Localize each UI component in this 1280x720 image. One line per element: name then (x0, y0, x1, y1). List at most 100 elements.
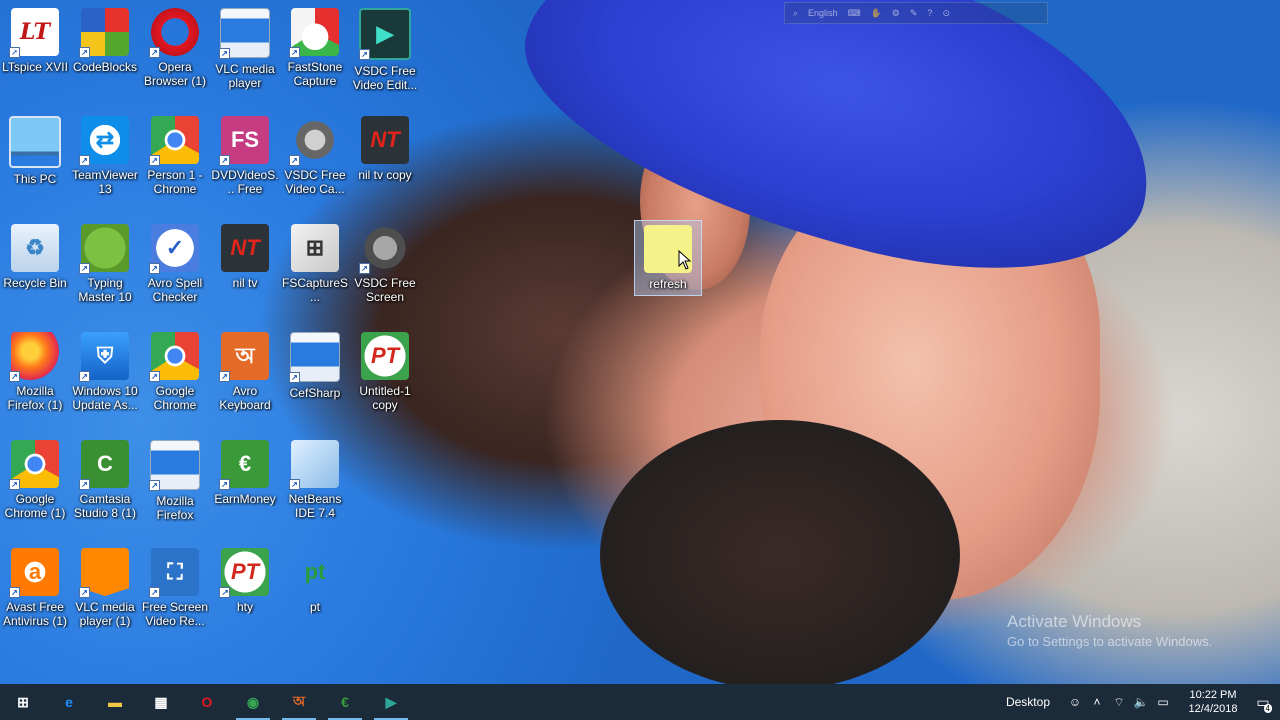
shortcut-arrow-icon: ↗ (79, 47, 90, 58)
battery-icon[interactable]: ▭ (1152, 695, 1174, 709)
desktop-icon[interactable]: ↗ VSDC Free Screen Rec... (351, 220, 419, 324)
desktop-icon[interactable]: NT nil tv copy (351, 112, 419, 216)
desktop-icon-label: VLC media player (1) (75, 600, 135, 628)
vsdc-editor-icon: ▶ ↗ (359, 8, 411, 60)
action-center-button[interactable]: ▭ 4 (1246, 694, 1280, 713)
desktop-icon[interactable]: ↗ VLC media player (1) (71, 544, 139, 648)
desktop-icon[interactable]: ↗ FastStone Capture (281, 4, 349, 108)
pen-icon[interactable]: ✎ (910, 8, 918, 19)
desktop-icon[interactable]: ↗ Mozilla Firefox (1) (1, 328, 69, 432)
desktop-icon-label: pt (309, 600, 320, 614)
store-icon: ▦ (154, 693, 168, 710)
file-explorer-button[interactable]: ▬ (92, 684, 138, 720)
desktop-icon-label: Typing Master 10 (78, 276, 132, 304)
edge-icon: e (65, 694, 73, 710)
desktop-icon[interactable]: ↗ NetBeans IDE 7.4 (281, 436, 349, 540)
desktop-icon[interactable]: € ↗ EarnMoney (211, 436, 279, 540)
desktop-icon-label: LTspice XVII (2, 60, 68, 74)
volume-icon[interactable]: 🔈 (1130, 695, 1152, 709)
hand-icon[interactable]: ✋ (871, 8, 882, 19)
check-icon: ✓ ↗ (149, 224, 199, 274)
desktop-icon-label: CodeBlocks (72, 60, 138, 74)
desktop-icon[interactable]: ⊞ FSCaptureS... (281, 220, 349, 324)
system-tray: Desktop ☺ ˄ ⌔ 🔈 ▭ 10:22 PM 12/4/2018 ▭ 4 (1006, 684, 1280, 720)
desktop-icon[interactable]: ⛨ ↗ Windows 10 Update As... (71, 328, 139, 432)
desktop-icon[interactable]: ↗ CodeBlocks (71, 4, 139, 108)
desktop-icon-label: Person 1 - Chrome (147, 168, 203, 196)
desktop-icon[interactable]: অ ↗ Avro Keyboard (211, 328, 279, 432)
desktop-icon[interactable]: ↗ VLC media player (211, 4, 279, 108)
desktop-icon[interactable]: ✓ ↗ Avro Spell Checker (141, 220, 209, 324)
desktop-icon[interactable]: ↗ VSDC Free Video Ca... (281, 112, 349, 216)
start-button[interactable]: ⊞ (0, 684, 46, 720)
desktop-icon[interactable]: ↗ Opera Browser (1) (141, 4, 209, 108)
desktop-icon[interactable]: This PC (1, 112, 69, 216)
desktop-icon-label: NetBeans IDE 7.4 (288, 492, 342, 520)
icon-glyph: ⇄ (95, 127, 115, 152)
help-icon[interactable]: ? (927, 8, 932, 18)
clock-time: 10:22 PM (1189, 689, 1237, 701)
icon-glyph: PT (370, 343, 400, 368)
desktop-icon[interactable]: PT ↗ hty (211, 544, 279, 648)
desktop-icon-label: Mozilla Firefox (156, 494, 194, 522)
clock-date: 12/4/2018 (1188, 703, 1238, 715)
desktop-icon[interactable]: a ↗ Avast Free Antivirus (1) (1, 544, 69, 648)
faststone-icon: ↗ (289, 8, 339, 58)
language-label[interactable]: English (808, 8, 838, 18)
opera-button[interactable]: O (184, 684, 230, 720)
desktop-icon[interactable]: LT ↗ LTspice XVII (1, 4, 69, 108)
desktop-icon-label: Untitled-1 copy (359, 384, 411, 412)
desktop-icon[interactable]: C ↗ Camtasia Studio 8 (1) (71, 436, 139, 540)
desktop-icon-label: Mozilla Firefox (1) (7, 384, 63, 412)
icon-glyph: LT (19, 19, 51, 45)
opera-icon: ↗ (149, 8, 199, 58)
vsdc-button[interactable]: ▶ (368, 684, 414, 720)
desktop-icon[interactable]: pt pt (281, 544, 349, 648)
desktop-toolbar-label[interactable]: Desktop (1006, 695, 1050, 709)
desktop-icon[interactable]: ↗ CefSharp (281, 328, 349, 432)
desktop-icon[interactable]: ▶ ↗ VSDC Free Video Edit... (351, 4, 419, 108)
desktop-icon[interactable]: ⛶ ↗ Free Screen Video Re... (141, 544, 209, 648)
taskbar: ⊞ e ▬ ▦ O ◉ অ € ▶ Desktop ☺ ˄ ⌔ 🔈 ▭ 10:22 PM 12/… (0, 684, 1280, 720)
desktop-icon[interactable]: ↗ Google Chrome (141, 328, 209, 432)
options-icon[interactable]: ⊙ (942, 8, 950, 19)
store-button[interactable]: ▦ (138, 684, 184, 720)
firefox-window-icon: ↗ (149, 440, 200, 491)
desktop-icon[interactable]: FS↗DVDVideoS... Free Studio (211, 112, 279, 216)
avro-button[interactable]: অ (276, 684, 322, 720)
earnmoney-button[interactable]: € (322, 684, 368, 720)
desktop-icon[interactable]: ♻ Recycle Bin (1, 220, 69, 324)
shortcut-arrow-icon: ↗ (219, 48, 230, 59)
desktop-icon[interactable]: PT Untitled-1 copy (351, 328, 419, 432)
chrome-button[interactable]: ◉ (230, 684, 276, 720)
desktop-icon-label: Google Chrome (1) (4, 492, 66, 520)
desktop-icon[interactable]: ↗ Google Chrome (1) (1, 436, 69, 540)
edge-button[interactable]: e (46, 684, 92, 720)
desktop-icon[interactable]: ↗ Person 1 - Chrome (141, 112, 209, 216)
shortcut-arrow-icon: ↗ (219, 155, 230, 166)
search-icon[interactable]: ⌕ (793, 8, 798, 19)
people-icon[interactable]: ☺ (1064, 695, 1086, 709)
desktop-icon-label: FSCaptureS... (281, 276, 349, 304)
activate-windows-watermark: Activate Windows Go to Settings to activ… (1007, 612, 1212, 650)
desktop-icon[interactable]: ⇄ ↗ TeamViewer 13 (71, 112, 139, 216)
screen-capture-icon: ⛶ ↗ (149, 548, 199, 598)
icon-glyph: a (28, 559, 42, 584)
desktop-icon[interactable]: NT nil tv (211, 220, 279, 324)
gear-icon[interactable]: ⚙ (892, 8, 900, 19)
language-bar[interactable]: ⌕ English ⌨ ✋ ⚙ ✎ ? ⊙ (784, 2, 1048, 24)
desktop-icon-label: nil tv (232, 276, 258, 290)
recycle-bin-icon: ♻ (11, 224, 59, 272)
keyboard-icon[interactable]: ⌨ (848, 8, 861, 19)
desktop-icon[interactable]: ↗ Mozilla Firefox (141, 436, 209, 540)
mouse-pointer-icon (678, 250, 692, 270)
shortcut-arrow-icon: ↗ (149, 263, 160, 274)
desktop-icon[interactable]: ↗ Typing Master 10 (71, 220, 139, 324)
webcam-icon: ↗ (289, 116, 339, 166)
clock[interactable]: 10:22 PM 12/4/2018 (1180, 688, 1246, 716)
shortcut-arrow-icon: ↗ (9, 479, 20, 490)
shortcut-arrow-icon: ↗ (149, 587, 160, 598)
chevron-up-icon[interactable]: ˄ (1086, 695, 1108, 709)
network-icon[interactable]: ⌔ (1108, 695, 1130, 710)
icon-glyph: ♻ (25, 235, 45, 260)
